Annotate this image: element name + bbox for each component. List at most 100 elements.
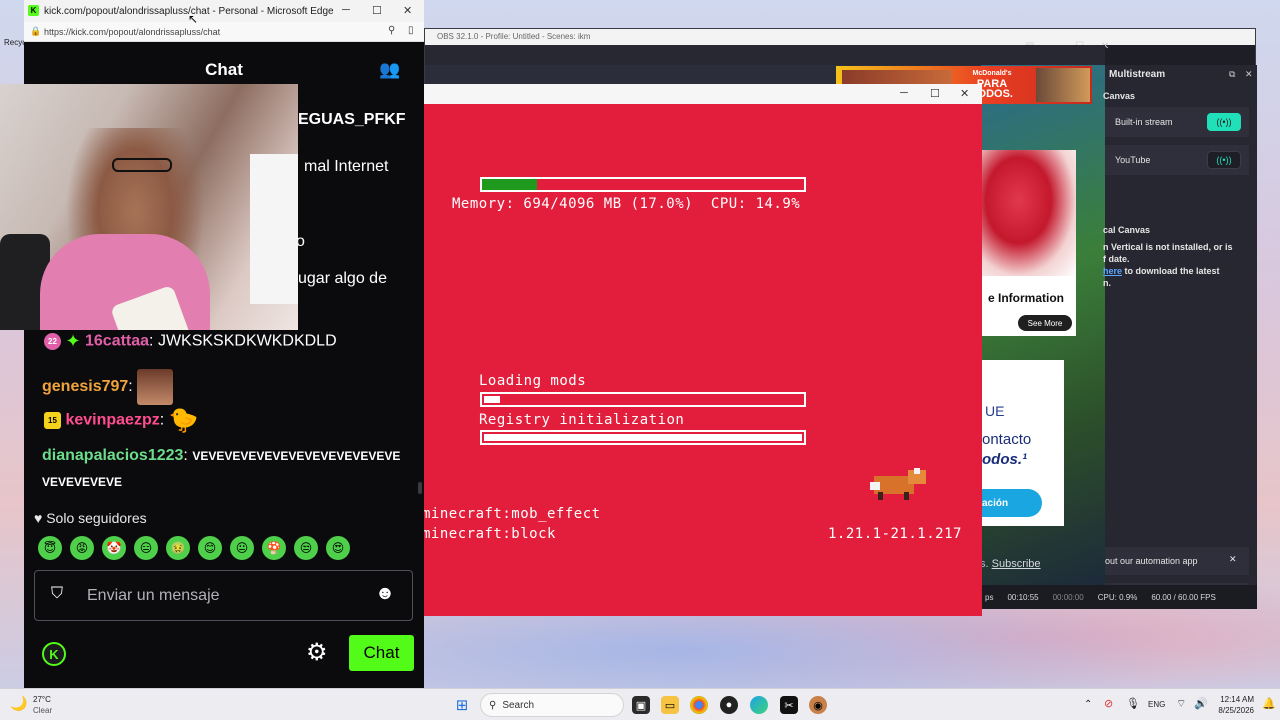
chat-message: dianapalacios1223: VEVEVEVEVEVEVEVEVEVEV… xyxy=(42,447,401,489)
quick-emote-icon[interactable]: 😑 xyxy=(134,536,158,560)
search-icon: ⚲ xyxy=(489,699,497,711)
heart-icon: ♥ xyxy=(34,510,43,526)
duck-emote: 🐤 xyxy=(168,407,199,434)
kick-logo-icon[interactable]: K xyxy=(42,642,66,666)
subscriber-badge: 15 xyxy=(44,412,61,429)
quick-emote-icon[interactable]: 😇 xyxy=(38,536,62,560)
mouse-cursor-icon: ↖ xyxy=(188,12,199,26)
chrome-icon[interactable] xyxy=(690,696,708,714)
zoom-icon[interactable]: ⚲ xyxy=(388,25,395,36)
reader-icon[interactable]: ▯ xyxy=(408,25,414,36)
status-stream-time: 00:10:55 xyxy=(1007,592,1039,602)
quick-emote-icon[interactable]: 😊 xyxy=(198,536,222,560)
close-icon[interactable]: ✕ xyxy=(960,87,969,100)
clock-time[interactable]: 12:14 AM xyxy=(1214,695,1254,704)
partial-username: EGUAS_PFKF xyxy=(298,111,406,128)
builtin-stream-row: Built-in stream ((•)) xyxy=(1105,107,1249,137)
task-view-icon[interactable]: ▣ xyxy=(632,696,650,714)
minimize-icon[interactable]: ─ xyxy=(900,87,908,99)
automation-row[interactable]: out our automation app ✕ xyxy=(1105,547,1249,575)
send-chat-button[interactable]: Chat xyxy=(349,635,414,671)
address-bar[interactable]: 🔒 https://kick.com/popout/alondrissaplus… xyxy=(24,22,424,42)
capcut-icon[interactable]: ✂ xyxy=(780,696,798,714)
dock-float-icon[interactable]: ⧉ xyxy=(1229,69,1235,80)
maximize-icon[interactable]: ☐ xyxy=(930,87,940,100)
partial-message: mal Internet xyxy=(304,158,389,175)
chat-scrollbar[interactable] xyxy=(418,482,422,494)
edge-icon[interactable] xyxy=(750,696,768,714)
defender-icon[interactable]: ⊘ xyxy=(1104,697,1113,710)
chat-message: 22 ✦ 16cattaa: JWKSKSKDKWKDKDLD xyxy=(44,331,337,352)
information-ad-image xyxy=(980,150,1076,276)
volume-icon[interactable]: 🔊 xyxy=(1194,697,1208,710)
minimize-icon[interactable]: ─ xyxy=(342,4,350,16)
vertical-msg-line1: n Vertical is not installed, or is xyxy=(1103,242,1233,252)
quick-emote-icon[interactable]: 😡 xyxy=(70,536,94,560)
youtube-row: YouTube ((•)) xyxy=(1105,145,1249,175)
tray-overflow-icon[interactable]: ⌃ xyxy=(1084,699,1092,710)
memory-bar-fill xyxy=(482,179,537,190)
minecraft-icon[interactable]: ◉ xyxy=(809,696,827,714)
version-text: 1.21.1-21.1.217 xyxy=(828,526,962,542)
quick-emote-icon[interactable]: 😐 xyxy=(230,536,254,560)
quick-emote-icon[interactable]: 🤢 xyxy=(166,536,190,560)
see-more-button[interactable]: See More xyxy=(1018,315,1072,331)
weather-icon[interactable]: 🌙 xyxy=(10,695,27,712)
contact-ad-line3: odos.¹ xyxy=(982,451,1027,468)
taskbar-search[interactable]: ⚲ Search xyxy=(480,693,624,717)
glasses-icon xyxy=(112,158,172,172)
language-indicator[interactable]: ENG xyxy=(1148,700,1165,709)
file-explorer-icon[interactable]: ▭ xyxy=(661,696,679,714)
followers-only-indicator: ♥ Solo seguidores xyxy=(34,510,147,526)
registry-bar-fill xyxy=(484,434,802,441)
builtin-stream-toggle[interactable]: ((•)) xyxy=(1207,113,1241,131)
message-input[interactable] xyxy=(87,583,367,609)
subscribe-link[interactable]: Subscribe xyxy=(992,558,1041,570)
youtube-label: YouTube xyxy=(1115,155,1151,165)
windows-start-icon[interactable]: ⊞ xyxy=(453,696,471,714)
dock-close-icon[interactable]: ✕ xyxy=(1245,69,1253,80)
download-link[interactable]: here xyxy=(1103,266,1122,276)
microphone-icon[interactable]: 🎙 xyxy=(1126,697,1140,710)
clock-date[interactable]: 8/25/2026 xyxy=(1212,706,1254,715)
weather-temp[interactable]: 27°C xyxy=(33,695,51,704)
emote-quick-bar: 😇 😡 🤡 😑 🤢 😊 😐 🍄 😒 😍 xyxy=(38,536,418,562)
quick-emote-icon[interactable]: 😍 xyxy=(326,536,350,560)
loading-mods-bar xyxy=(480,392,806,407)
chat-username[interactable]: 16cattaa xyxy=(85,333,149,350)
multistream-dock: Multistream ⧉ ✕ Canvas Built-in stream (… xyxy=(1103,65,1257,605)
emoji-picker-icon[interactable]: ☻ xyxy=(375,583,395,605)
vertical-canvas-heading: cal Canvas xyxy=(1103,225,1151,235)
chat-username[interactable]: dianapalacios1223 xyxy=(42,447,183,464)
close-icon[interactable]: ✕ xyxy=(403,4,412,17)
loading-mods-text: Loading mods xyxy=(479,373,587,389)
followers-only-label: Solo seguidores xyxy=(46,510,147,526)
shield-icon[interactable]: ⛉ xyxy=(51,585,63,603)
quick-emote-icon[interactable]: 🤡 xyxy=(102,536,126,560)
fox-icon xyxy=(870,468,930,502)
maximize-icon[interactable]: ☐ xyxy=(372,4,382,17)
youtube-stream-toggle[interactable]: ((•)) xyxy=(1207,151,1241,169)
desktop-recycle-bin-label[interactable]: Recyc xyxy=(4,38,26,47)
chat-username[interactable]: genesis797 xyxy=(42,378,128,395)
contact-ad-button[interactable]: ación xyxy=(980,489,1042,517)
gear-icon[interactable]: ⚙ xyxy=(306,638,328,667)
quick-emote-icon[interactable]: 😒 xyxy=(294,536,318,560)
quick-emote-icon[interactable]: 🍄 xyxy=(262,536,286,560)
log-line-1: minecraft:mob_effect xyxy=(422,506,601,522)
log-line-2: minecraft:block xyxy=(422,526,556,542)
wifi-icon[interactable]: ⌔ xyxy=(1176,697,1186,711)
obs-icon[interactable]: ● xyxy=(720,696,738,714)
vertical-msg-line3: to download the latest xyxy=(1122,266,1220,276)
kick-favicon-icon: K xyxy=(28,5,39,16)
information-ad-text: e Information xyxy=(988,291,1065,305)
users-icon[interactable]: 👥 xyxy=(379,60,400,80)
status-cpu: CPU: 0.9% xyxy=(1097,592,1138,602)
chat-message: genesis797: xyxy=(42,369,174,405)
notifications-icon[interactable]: 🔔 xyxy=(1262,697,1276,710)
ad-image xyxy=(1036,68,1090,102)
chat-title: Chat xyxy=(205,60,243,79)
status-bitrate: ps xyxy=(985,592,994,602)
chat-username[interactable]: kevinpaezpz xyxy=(65,412,159,429)
automation-close-icon[interactable]: ✕ xyxy=(1229,554,1237,565)
